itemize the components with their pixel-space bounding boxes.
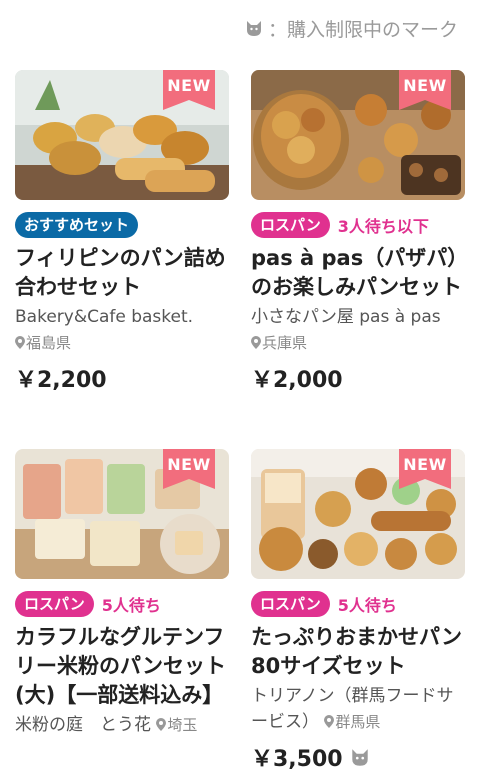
price: ￥2,200 xyxy=(15,368,107,393)
location-pin-icon xyxy=(156,718,167,731)
new-badge-label: NEW xyxy=(167,455,211,474)
product-title[interactable]: フィリピンのパン詰め合わせセット xyxy=(15,244,229,302)
location: 兵庫県 xyxy=(251,334,307,352)
legend-text: ：購入制限中のマーク xyxy=(267,18,458,41)
waitlist-count: 5人待ち xyxy=(101,596,161,615)
location-pin-icon xyxy=(324,715,335,728)
product-image: NEW xyxy=(15,70,229,200)
price: ￥3,500 xyxy=(251,747,343,772)
product-title[interactable]: pas à pas（パザパ）のお楽しみパンセット xyxy=(251,244,465,302)
shop-name[interactable]: 米粉の庭 とう花 xyxy=(15,715,151,735)
product-title[interactable]: たっぷりおまかせパン80サイズセット xyxy=(251,623,465,681)
category-tag: おすすめセット xyxy=(15,212,139,238)
location-pin-icon xyxy=(15,336,25,349)
waitlist-count: 3人待ち以下 xyxy=(337,217,429,236)
location-text: 埼玉 xyxy=(167,716,198,734)
new-badge-label: NEW xyxy=(167,76,211,95)
purchase-limit-legend: ：購入制限中のマーク xyxy=(244,14,458,42)
new-badge: NEW xyxy=(399,449,451,489)
location: 福島県 xyxy=(15,334,71,352)
product-card[interactable]: NEW おすすめセット フィリピンのパン詰め合わせセット Bakery&Cafe… xyxy=(15,70,229,394)
new-badge: NEW xyxy=(399,70,451,110)
cat-icon xyxy=(246,21,261,36)
product-image: NEW xyxy=(251,449,465,579)
location-text: 群馬県 xyxy=(335,713,381,731)
product-card[interactable]: NEW ロスパン 5人待ち たっぷりおまかせパン80サイズセット トリアノン（群… xyxy=(251,449,465,773)
shop-name[interactable]: 小さなパン屋 pas à pas xyxy=(251,307,441,327)
waitlist-count: 5人待ち xyxy=(337,596,397,615)
new-badge-label: NEW xyxy=(403,76,447,95)
category-tag: ロスパン xyxy=(251,591,330,617)
product-card[interactable]: NEW ロスパン 3人待ち以下 pas à pas（パザパ）のお楽しみパンセット… xyxy=(251,70,465,394)
new-badge-label: NEW xyxy=(403,455,447,474)
category-tag: ロスパン xyxy=(15,591,94,617)
product-image: NEW xyxy=(15,449,229,579)
location: 群馬県 xyxy=(324,713,380,731)
category-tag: ロスパン xyxy=(251,212,330,238)
price: ￥2,000 xyxy=(251,368,343,393)
new-badge: NEW xyxy=(163,70,215,110)
location: 埼玉 xyxy=(156,716,197,734)
product-image: NEW xyxy=(251,70,465,200)
shop-name[interactable]: Bakery&Cafe basket. xyxy=(15,307,193,327)
location-text: 福島県 xyxy=(26,334,72,352)
new-badge: NEW xyxy=(163,449,215,489)
product-card[interactable]: NEW ロスパン 5人待ち カラフルなグルテンフリー米粉のパンセット(大)【一部… xyxy=(15,449,229,738)
product-title[interactable]: カラフルなグルテンフリー米粉のパンセット(大)【一部送料込み】 xyxy=(15,623,229,710)
purchase-limit-cat-icon xyxy=(351,749,368,766)
location-text: 兵庫県 xyxy=(262,334,308,352)
location-pin-icon xyxy=(251,336,261,349)
